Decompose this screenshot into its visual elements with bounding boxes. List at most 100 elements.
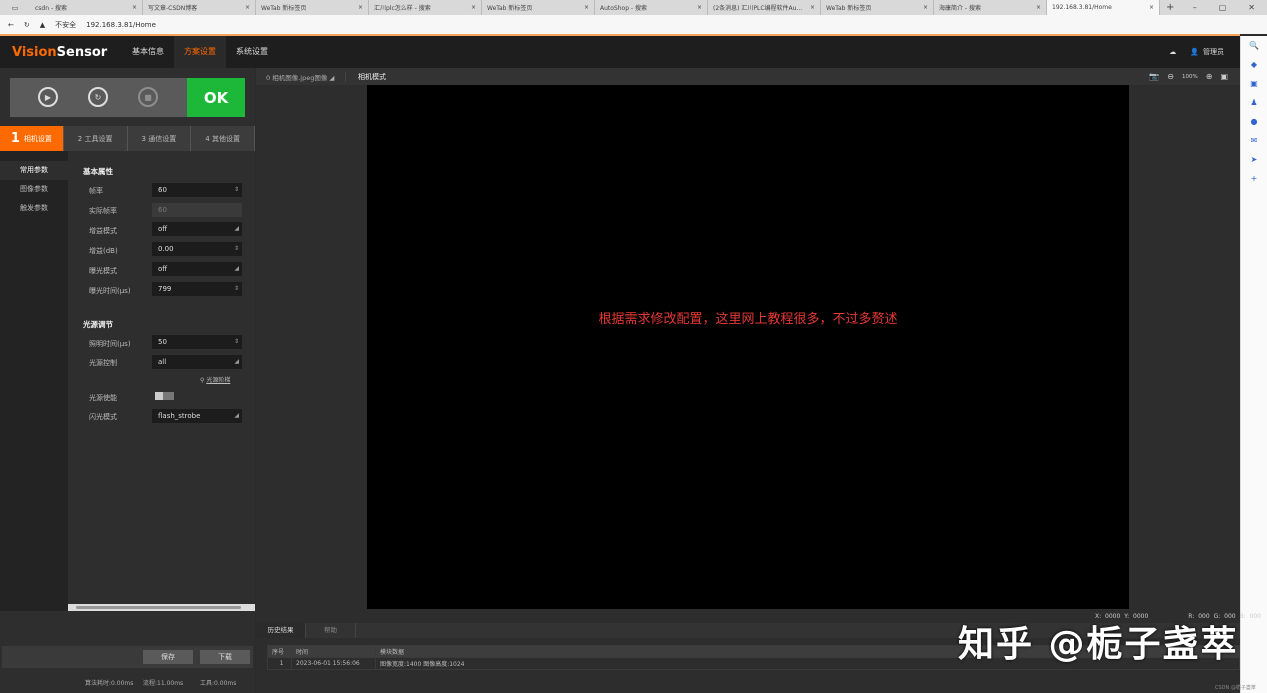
frame-rate-input[interactable]: 60 ⇕ (152, 183, 242, 197)
browser-sidebar: 🔍 ◆ ▣ ♟ ● ✉ ➤ + (1240, 36, 1267, 693)
warning-icon: ▲ (39, 20, 46, 29)
dropdown-icon: ◢ (234, 358, 239, 365)
browser-tab[interactable]: csdn - 搜索 × (30, 0, 143, 15)
status-bar: 算法耗时:0.00ms 流程:11.00ms 工具:0.00ms (85, 680, 237, 687)
refresh-icon[interactable]: ↻ (24, 21, 30, 29)
new-tab-icon[interactable]: + (1160, 2, 1180, 13)
close-icon[interactable]: × (245, 4, 250, 11)
dropdown-icon: ◢ (234, 225, 239, 232)
user-icon[interactable]: 👤 (1190, 48, 1199, 56)
office-icon[interactable]: ● (1251, 117, 1258, 126)
browser-tab[interactable]: WeTab 新标签页 × (256, 0, 369, 15)
viewer-tabs: 0 相机图像.jpeg图像 ◢ 相机模式 📷 ⊖ 100% ⊕ ▣ (256, 68, 1240, 85)
nav-system-settings[interactable]: 系统设置 (226, 36, 278, 68)
zoom-in-icon[interactable]: ⊕ (1206, 72, 1213, 81)
button-bar: 保存 下载 (2, 646, 253, 668)
close-icon[interactable]: × (358, 4, 363, 11)
ok-status: OK (187, 78, 245, 117)
annotation-text: 根据需求修改配置，这里网上教程很多，不过多赘述 (598, 312, 898, 327)
back-icon[interactable]: ← (8, 21, 14, 29)
tab-history-results[interactable]: 历史结果 (256, 623, 306, 638)
minimize-icon[interactable]: – (1193, 3, 1197, 12)
field-label: 增益模式 (89, 227, 117, 235)
toolbox-icon[interactable]: ▣ (1250, 79, 1258, 88)
close-icon[interactable]: × (471, 4, 476, 11)
outlook-icon[interactable]: ✉ (1251, 136, 1258, 145)
browser-tab[interactable]: 海康简介 - 搜索 × (934, 0, 1047, 15)
subnav-trigger-params[interactable]: 触发参数 (0, 199, 68, 218)
cloud-icon[interactable]: ☁ (1169, 48, 1176, 56)
light-control-select[interactable]: all ◢ (152, 355, 242, 369)
gain-mode-select[interactable]: off ◢ (152, 222, 242, 236)
field-label: 光源使能 (89, 394, 117, 402)
dropdown-icon: ◢ (234, 412, 239, 419)
search-icon[interactable]: 🔍 (1249, 41, 1259, 50)
close-icon[interactable]: × (132, 4, 137, 11)
nav-scheme-settings[interactable]: 方案设置 (174, 36, 226, 68)
stop-button[interactable]: ■ (138, 87, 158, 107)
close-icon[interactable]: × (697, 4, 702, 11)
zoom-level: 100% (1182, 73, 1198, 80)
send-icon[interactable]: ➤ (1251, 155, 1258, 164)
tab-help[interactable]: 帮助 (306, 623, 356, 638)
step-tool-settings[interactable]: 2 工具设置 (64, 126, 128, 151)
camera-icon[interactable]: 📷 (1149, 72, 1159, 81)
flash-mode-select[interactable]: flash_strobe ◢ (152, 409, 242, 423)
fit-icon[interactable]: ▣ (1220, 72, 1228, 81)
exposure-mode-select[interactable]: off ◢ (152, 262, 242, 276)
camera-image[interactable] (367, 85, 1129, 609)
nav-basic-info[interactable]: 基本信息 (122, 36, 174, 68)
field-label: 曝光模式 (89, 267, 117, 275)
exposure-time-input[interactable]: 799 ⇕ (152, 282, 242, 296)
step-comm-settings[interactable]: 3 通信设置 (128, 126, 192, 151)
field-label: 光源控制 (89, 359, 117, 367)
browser-tab[interactable]: (2条消息) 汇川PLC编程软件Au... × (708, 0, 821, 15)
close-icon[interactable]: × (810, 4, 815, 11)
section-light-title: 光源调节 (83, 320, 113, 329)
run-once-button[interactable]: ↻ (88, 87, 108, 107)
browser-tab[interactable]: AutoShop - 搜索 × (595, 0, 708, 15)
zoom-out-icon[interactable]: ⊖ (1167, 72, 1174, 81)
logo: VisionSensor (12, 44, 108, 60)
tag-icon[interactable]: ◆ (1251, 60, 1257, 69)
close-icon[interactable]: × (1036, 4, 1041, 11)
maximize-icon[interactable]: ▢ (1219, 3, 1227, 12)
browser-tab[interactable]: WeTab 新标签页 × (821, 0, 934, 15)
save-button[interactable]: 保存 (143, 650, 193, 664)
browser-tab[interactable]: 写文章-CSDN博客 × (143, 0, 256, 15)
url-text[interactable]: 192.168.3.81/Home (86, 21, 156, 29)
download-button[interactable]: 下载 (200, 650, 250, 664)
spinner-icon: ⇕ (233, 186, 239, 193)
user-name[interactable]: 管理员 (1203, 47, 1224, 57)
app-header: VisionSensor 基本信息 方案设置 系统设置 ☁ 👤 管理员 (0, 36, 1240, 68)
image-source-select[interactable]: 0 相机图像.jpeg图像 ◢ (256, 71, 346, 82)
gain-input[interactable]: 0.00 ⇕ (152, 242, 242, 256)
close-icon[interactable]: × (1149, 4, 1154, 11)
light-enable-toggle[interactable] (155, 392, 174, 400)
step-camera-settings[interactable]: 1 相机设置 (0, 126, 64, 151)
insecure-label: 不安全 (55, 20, 77, 29)
sub-nav: 常用参数 图像参数 触发参数 (0, 151, 68, 611)
browser-tab-active[interactable]: 192.168.3.81/Home × (1047, 0, 1160, 15)
light-time-input[interactable]: 50 ⇕ (152, 335, 242, 349)
step-other-settings[interactable]: 4 其他设置 (191, 126, 255, 151)
dropdown-icon: ◢ (329, 73, 335, 82)
play-button[interactable]: ▶ (38, 87, 58, 107)
browser-tab[interactable]: 汇川plc怎么样 - 搜索 × (369, 0, 482, 15)
field-label: 实际帧率 (89, 207, 117, 215)
field-label: 帧率 (89, 187, 103, 195)
camera-mode-tab[interactable]: 相机模式 (346, 72, 386, 82)
close-icon[interactable]: × (923, 4, 928, 11)
address-bar[interactable]: ← ↻ ▲ 不安全 192.168.3.81/Home (0, 15, 1267, 34)
spinner-icon: ⇕ (233, 285, 239, 292)
add-icon[interactable]: + (1251, 174, 1258, 183)
close-icon[interactable]: × (584, 4, 589, 11)
browser-tab[interactable]: WeTab 新标签页 × (482, 0, 595, 15)
light-ladder-link[interactable]: ⚲ 光源阶梯 (200, 375, 230, 384)
close-window-icon[interactable]: ✕ (1248, 3, 1255, 12)
games-icon[interactable]: ♟ (1250, 98, 1257, 107)
horizontal-scrollbar[interactable] (68, 604, 255, 611)
subnav-image-params[interactable]: 图像参数 (0, 180, 68, 199)
tab-actions-icon[interactable]: ▭ (0, 4, 30, 12)
subnav-common-params[interactable]: 常用参数 (0, 161, 68, 180)
